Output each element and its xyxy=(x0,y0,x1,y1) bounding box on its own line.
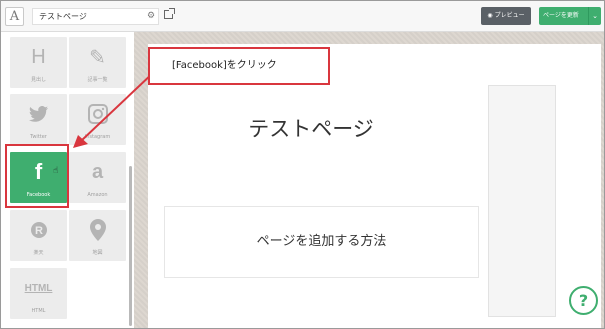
help-button[interactable]: ? xyxy=(569,286,598,315)
app-window: A テストページ ⚙ ◉ プレビュー ページを更新 ⌄ H 見出し ✎ 記事一覧… xyxy=(0,0,605,329)
annotation-callout: [Facebook]をクリック xyxy=(148,47,330,85)
